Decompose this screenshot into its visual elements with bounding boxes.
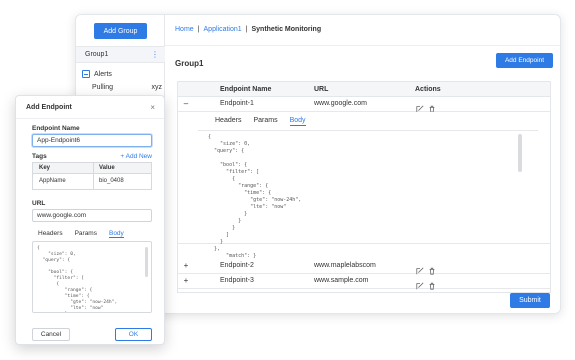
tags-column-key: Key xyxy=(39,165,51,171)
collapse-row-icon[interactable]: – xyxy=(182,100,190,108)
cancel-button[interactable]: Cancel xyxy=(32,328,70,341)
endpoint-name: Endpoint-3 xyxy=(220,277,254,284)
tab-params[interactable]: Params xyxy=(253,117,277,126)
edit-icon[interactable] xyxy=(416,277,424,290)
pulling-suffix: xyz xyxy=(151,84,163,91)
endpoint-url: www.google.com xyxy=(314,100,367,107)
table-row: + Endpoint-2 www.maplelabscom xyxy=(178,259,550,275)
kebab-menu-icon[interactable]: ⋮ xyxy=(151,50,159,59)
add-endpoint-dialog: Add Endpoint × Endpoint Name App-Endpoin… xyxy=(15,95,165,345)
header-divider xyxy=(165,45,560,46)
breadcrumb-application[interactable]: Application1 xyxy=(204,26,242,33)
page-title: Group1 xyxy=(175,59,204,68)
sidebar-item-group1[interactable]: Group1 ⋮ xyxy=(76,46,165,63)
tags-table-header: Key Value xyxy=(33,163,151,174)
trash-icon[interactable] xyxy=(428,262,436,275)
details-tabs: Headers Params Body xyxy=(215,117,306,126)
breadcrumb: Home | Application1 | Synthetic Monitori… xyxy=(175,26,321,33)
tags-column-value: Value xyxy=(99,165,115,171)
endpoints-table: Endpoint Name URL Actions – Endpoint-1 w… xyxy=(177,81,551,293)
trash-icon[interactable] xyxy=(428,100,436,113)
add-new-tag-link[interactable]: + Add New xyxy=(120,153,152,160)
breadcrumb-separator: | xyxy=(197,26,200,33)
dialog-title: Add Endpoint xyxy=(26,104,72,111)
request-body-code[interactable]: { "size": 0, "query": { "bool": { "filte… xyxy=(208,134,301,260)
endpoint-name: Endpoint-1 xyxy=(220,100,254,107)
ok-button[interactable]: OK xyxy=(115,328,152,341)
code-scrollbar[interactable] xyxy=(518,134,522,172)
tab-body[interactable]: Body xyxy=(108,230,124,238)
tab-headers[interactable]: Headers xyxy=(38,230,63,238)
breadcrumb-current: Synthetic Monitoring xyxy=(251,26,322,33)
table-header: Endpoint Name URL Actions xyxy=(178,82,550,97)
pulling-label: Pulling xyxy=(92,84,114,91)
tag-value[interactable]: bio_0408 xyxy=(99,178,124,184)
add-endpoint-button[interactable]: Add Endpoint xyxy=(496,53,553,68)
endpoint-name-label: Endpoint Name xyxy=(32,125,80,132)
edit-icon[interactable] xyxy=(416,262,424,275)
add-group-button[interactable]: Add Group xyxy=(94,23,147,39)
breadcrumb-separator: | xyxy=(245,26,248,33)
tag-key[interactable]: AppName xyxy=(39,178,66,184)
edit-icon[interactable] xyxy=(416,100,424,113)
tags-label: Tags xyxy=(32,153,47,160)
group-label: Group1 xyxy=(85,51,109,58)
tags-column-divider xyxy=(93,163,94,189)
tab-body[interactable]: Body xyxy=(289,117,306,126)
close-icon[interactable]: × xyxy=(150,103,155,112)
body-editor-scrollbar[interactable] xyxy=(145,247,148,277)
expand-row-icon[interactable]: + xyxy=(182,262,190,270)
endpoint-details-panel: Headers Params Body { "size": 0, "query"… xyxy=(178,112,550,259)
endpoint-url: www.maplelabscom xyxy=(314,262,376,269)
table-row: – Endpoint-1 www.google.com xyxy=(178,97,550,113)
pulling-item[interactable]: Pulling xyz xyxy=(92,84,162,91)
body-editor-code[interactable]: { "size": 0, "query": { "bool": { "filte… xyxy=(37,246,117,312)
tab-params[interactable]: Params xyxy=(75,230,97,238)
dialog-divider xyxy=(16,118,164,119)
body-editor[interactable]: { "size": 0, "query": { "bool": { "filte… xyxy=(32,241,152,313)
dialog-tabs: Headers Params Body xyxy=(38,230,124,238)
alerts-label: Alerts xyxy=(94,70,112,78)
tab-headers[interactable]: Headers xyxy=(215,117,241,126)
tabs-divider xyxy=(198,130,538,131)
tags-table: Key Value AppName bio_0408 xyxy=(32,162,152,190)
column-header-url: URL xyxy=(314,86,329,93)
url-field[interactable]: www.google.com xyxy=(32,209,152,222)
column-header-actions: Actions xyxy=(415,86,441,93)
trash-icon[interactable] xyxy=(428,277,436,290)
alerts-item[interactable]: Alerts xyxy=(82,70,112,78)
submit-button[interactable]: Submit xyxy=(510,293,550,308)
table-row: + Endpoint-3 www.sample.com xyxy=(178,274,550,290)
url-label: URL xyxy=(32,200,46,207)
endpoint-name-field[interactable]: App-Endpoint6 xyxy=(32,134,152,147)
collapse-icon[interactable] xyxy=(82,70,90,78)
column-header-name: Endpoint Name xyxy=(220,86,272,93)
endpoint-name: Endpoint-2 xyxy=(220,262,254,269)
breadcrumb-home[interactable]: Home xyxy=(175,26,194,33)
expand-row-icon[interactable]: + xyxy=(182,277,190,285)
endpoint-url: www.sample.com xyxy=(314,277,369,284)
